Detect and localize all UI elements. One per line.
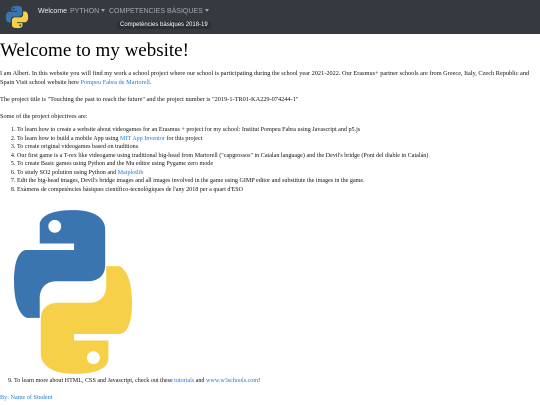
- list-item-text: To study SO2 polution using Python and: [17, 169, 118, 176]
- list-item: To create Basic games using Python and t…: [17, 160, 537, 169]
- list-item: Exàmens de competències bàsiques científ…: [17, 186, 537, 195]
- list-item-9-number: 9.: [8, 378, 13, 384]
- list-item-text: To learn how to create a website about v…: [17, 127, 361, 133]
- list-item-9-mid: and: [194, 378, 207, 384]
- intro-paragraph: I am Albert. In this website you will fi…: [0, 70, 530, 87]
- objectives-list: To learn how to create a website about v…: [0, 126, 537, 194]
- list-item-9-end: !: [258, 378, 261, 384]
- nav-competencies-dropdown[interactable]: COMPETENCIES BÀSIQUES: [109, 8, 209, 15]
- chevron-down-icon: [204, 9, 209, 12]
- list-item-text: Edit the big-head images, Devil's bridge…: [17, 178, 365, 184]
- list-item-text-after: for this project: [164, 135, 203, 142]
- navbar: Welcome PYTHON COMPETENCIES BÀSIQUES Com…: [0, 0, 540, 34]
- list-item: To learn how to build a mobile App using…: [17, 135, 537, 144]
- w3schools-link[interactable]: www.w3schools.com: [206, 378, 258, 384]
- nav-welcome[interactable]: Welcome: [38, 8, 67, 15]
- nav-competencies-label: COMPETENCIES BÀSIQUES: [109, 8, 203, 15]
- matplotlib-link[interactable]: Matplotlib: [118, 170, 144, 176]
- list-item: To learn how to create a website about v…: [17, 126, 537, 135]
- list-item-9: 9. To learn more about HTML, CSS and Jav…: [8, 378, 260, 384]
- page-title: Welcome to my website!: [0, 40, 189, 61]
- list-item-text: Exàmens de competències bàsiques científ…: [17, 186, 244, 193]
- list-item-text: To learn how to build a mobile App using: [17, 135, 120, 142]
- school-website-link[interactable]: Pompeu Fabra de Martorell: [80, 79, 149, 86]
- nav-python-dropdown[interactable]: PYTHON: [70, 8, 106, 15]
- python-logo-image: [14, 210, 132, 374]
- list-item: To create original videogames based on t…: [17, 143, 537, 152]
- footer-author-link[interactable]: By: Name of Student: [0, 394, 52, 401]
- python-logo-icon[interactable]: [5, 5, 29, 29]
- list-item: Our first game is a T-rex like videogame…: [17, 152, 537, 161]
- list-item-text: To create Basic games using Python and t…: [17, 161, 214, 167]
- dropdown-item-competencies-2018[interactable]: Competències bàsiques 2018-19: [117, 21, 211, 29]
- list-item: To study SO2 polution using Python and M…: [17, 169, 537, 178]
- list-item-text: To create original videogames based on t…: [17, 144, 139, 150]
- project-title-paragraph: The project title is "Touching the past …: [0, 96, 299, 103]
- chevron-down-icon: [101, 9, 106, 12]
- nav-python-label: PYTHON: [70, 8, 100, 15]
- objectives-heading: Some of the project objectives are:: [0, 113, 88, 120]
- list-item-9-text: To learn more about HTML, CSS and Javasc…: [14, 378, 175, 384]
- list-item-text: Our first game is a T-rex like videogame…: [17, 152, 429, 159]
- intro-end: .: [149, 78, 152, 86]
- tutorials-link[interactable]: tutorials: [174, 378, 194, 384]
- list-item: Edit the big-head images, Devil's bridge…: [17, 177, 537, 186]
- mit-app-inventor-link[interactable]: MIT App Inventor: [120, 136, 165, 142]
